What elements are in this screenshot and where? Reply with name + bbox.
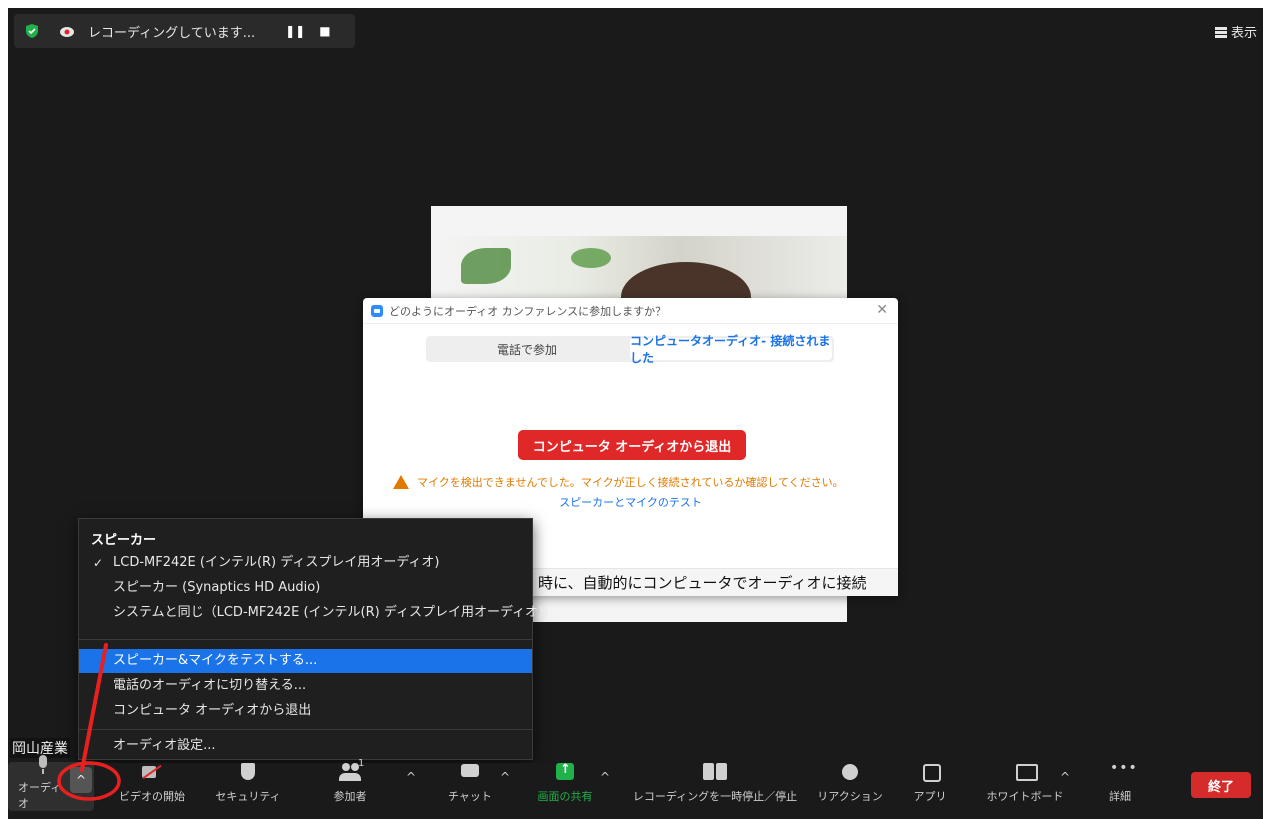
menu-divider	[79, 639, 532, 640]
participants-label: 参加者	[333, 790, 367, 803]
speaker-option[interactable]: システムと同じ（LCD-MF242E (インテル(R) ディスプレイ用オーディオ…	[79, 601, 556, 625]
warning-text: マイクを検出できませんでした。マイクが正しく接続されているか確認してください。	[417, 476, 844, 489]
leave-computer-audio-menu-item[interactable]: コンピュータ オーディオから退出	[79, 699, 532, 723]
check-icon: ✓	[93, 556, 104, 570]
chat-button[interactable]: チャット	[440, 755, 500, 811]
chat-chevron-icon[interactable]: ^	[500, 770, 510, 784]
pause-stop-recording-button[interactable]: レコーディングを一時停止／停止	[625, 755, 805, 811]
participants-icon: 1	[338, 758, 364, 782]
cloud-recording-icon	[60, 27, 74, 37]
whiteboard-button[interactable]: ホワイトボード	[985, 755, 1065, 811]
mic-warning: マイクを検出できませんでした。マイクが正しく接続されているか確認してください。	[393, 474, 873, 490]
tab-phone[interactable]: 電話で参加	[426, 336, 628, 362]
reaction-smiley-icon	[838, 762, 862, 782]
security-label: セキュリティ	[215, 790, 281, 803]
test-speaker-mic-link[interactable]: スピーカーとマイクのテスト	[363, 494, 898, 510]
speaker-option-label: システムと同じ（LCD-MF242E (インテル(R) ディスプレイ用オーディオ…	[113, 605, 557, 620]
video-label: ビデオの開始	[119, 790, 185, 803]
test-speaker-mic-menu-item[interactable]: スピーカー&マイクをテストする...	[79, 649, 532, 673]
view-button[interactable]: 表示	[1214, 22, 1257, 41]
shield-icon	[236, 762, 260, 782]
leave-computer-audio-button[interactable]: コンピュータ オーディオから退出	[518, 430, 746, 460]
recording-status: レコーディングしています...	[88, 25, 256, 41]
leaf-decoration	[461, 248, 511, 284]
leaf-decoration	[571, 248, 611, 268]
more-label: 詳細	[1109, 790, 1131, 803]
apps-button[interactable]: アプリ	[905, 755, 955, 811]
video-off-icon	[140, 762, 164, 782]
participants-button[interactable]: 1 参加者	[320, 755, 380, 811]
participants-count: 1	[358, 758, 365, 769]
share-chevron-icon[interactable]: ^	[600, 770, 610, 784]
whiteboard-label: ホワイトボード	[986, 790, 1064, 803]
more-button[interactable]: 詳細	[1095, 755, 1145, 811]
chat-icon	[458, 762, 482, 782]
apps-label: アプリ	[913, 790, 947, 803]
whiteboard-icon	[1013, 762, 1038, 782]
apps-icon	[918, 762, 942, 782]
security-button[interactable]: セキュリティ	[208, 755, 288, 811]
record-label: レコーディングを一時停止／停止	[632, 790, 798, 803]
grid-icon	[1214, 26, 1227, 38]
view-label: 表示	[1230, 26, 1257, 41]
share-label: 画面の共有	[537, 790, 593, 803]
speaker-section-title: スピーカー	[91, 533, 157, 548]
speaker-option[interactable]: ✓ LCD-MF242E (インテル(R) ディスプレイ用オーディオ)	[79, 551, 532, 575]
encryption-shield-icon	[26, 24, 38, 38]
share-screen-icon	[553, 762, 577, 782]
menu-divider	[79, 729, 532, 730]
chat-label: チャット	[448, 790, 492, 803]
more-icon	[1108, 760, 1138, 782]
participants-chevron-icon[interactable]: ^	[406, 770, 416, 784]
reactions-label: リアクション	[817, 790, 883, 803]
audio-options-menu: スピーカー ✓ LCD-MF242E (インテル(R) ディスプレイ用オーディオ…	[78, 518, 556, 760]
close-icon[interactable]: ✕	[876, 302, 888, 318]
audio-label: オーディオ	[18, 781, 62, 810]
switch-to-phone-audio-menu-item[interactable]: 電話のオーディオに切り替える...	[79, 674, 532, 698]
share-screen-button[interactable]: 画面の共有	[530, 755, 600, 811]
speaker-option[interactable]: スピーカー (Synaptics HD Audio)	[79, 576, 532, 600]
pause-recording-icon[interactable]: ❚❚	[285, 24, 305, 38]
microphone-icon	[31, 755, 55, 774]
dialog-titlebar: どのようにオーディオ カンファレンスに参加しますか？	[363, 298, 898, 324]
speaker-option-label: スピーカー (Synaptics HD Audio)	[113, 580, 321, 595]
start-video-button[interactable]: ビデオの開始	[112, 755, 192, 811]
audio-options-chevron-icon[interactable]: ^	[70, 767, 92, 793]
speaker-option-label: LCD-MF242E (インテル(R) ディスプレイ用オーディオ)	[113, 555, 440, 570]
dialog-title: どのようにオーディオ カンファレンスに参加しますか？	[389, 304, 667, 318]
stop-recording-icon[interactable]: ■	[319, 24, 330, 38]
audio-tabs: 電話で参加 コンピュータオーディオ- 接続されました	[426, 334, 834, 365]
audio-button[interactable]: オーディオ	[18, 755, 68, 811]
zoom-meeting-window: レコーディングしています... ❚❚ ■ 表示 どのようにオーディオ カンファレ…	[8, 8, 1263, 819]
tab-computer-audio[interactable]: コンピュータオーディオ- 接続されました	[630, 334, 832, 365]
reactions-button[interactable]: リアクション	[815, 755, 885, 811]
end-meeting-button[interactable]: 終了	[1191, 772, 1251, 798]
pause-stop-icon	[703, 762, 727, 782]
whiteboard-chevron-icon[interactable]: ^	[1060, 770, 1070, 784]
recording-bar: レコーディングしています... ❚❚ ■	[14, 14, 355, 48]
zoom-logo-icon	[371, 304, 383, 317]
warning-icon	[393, 475, 409, 489]
